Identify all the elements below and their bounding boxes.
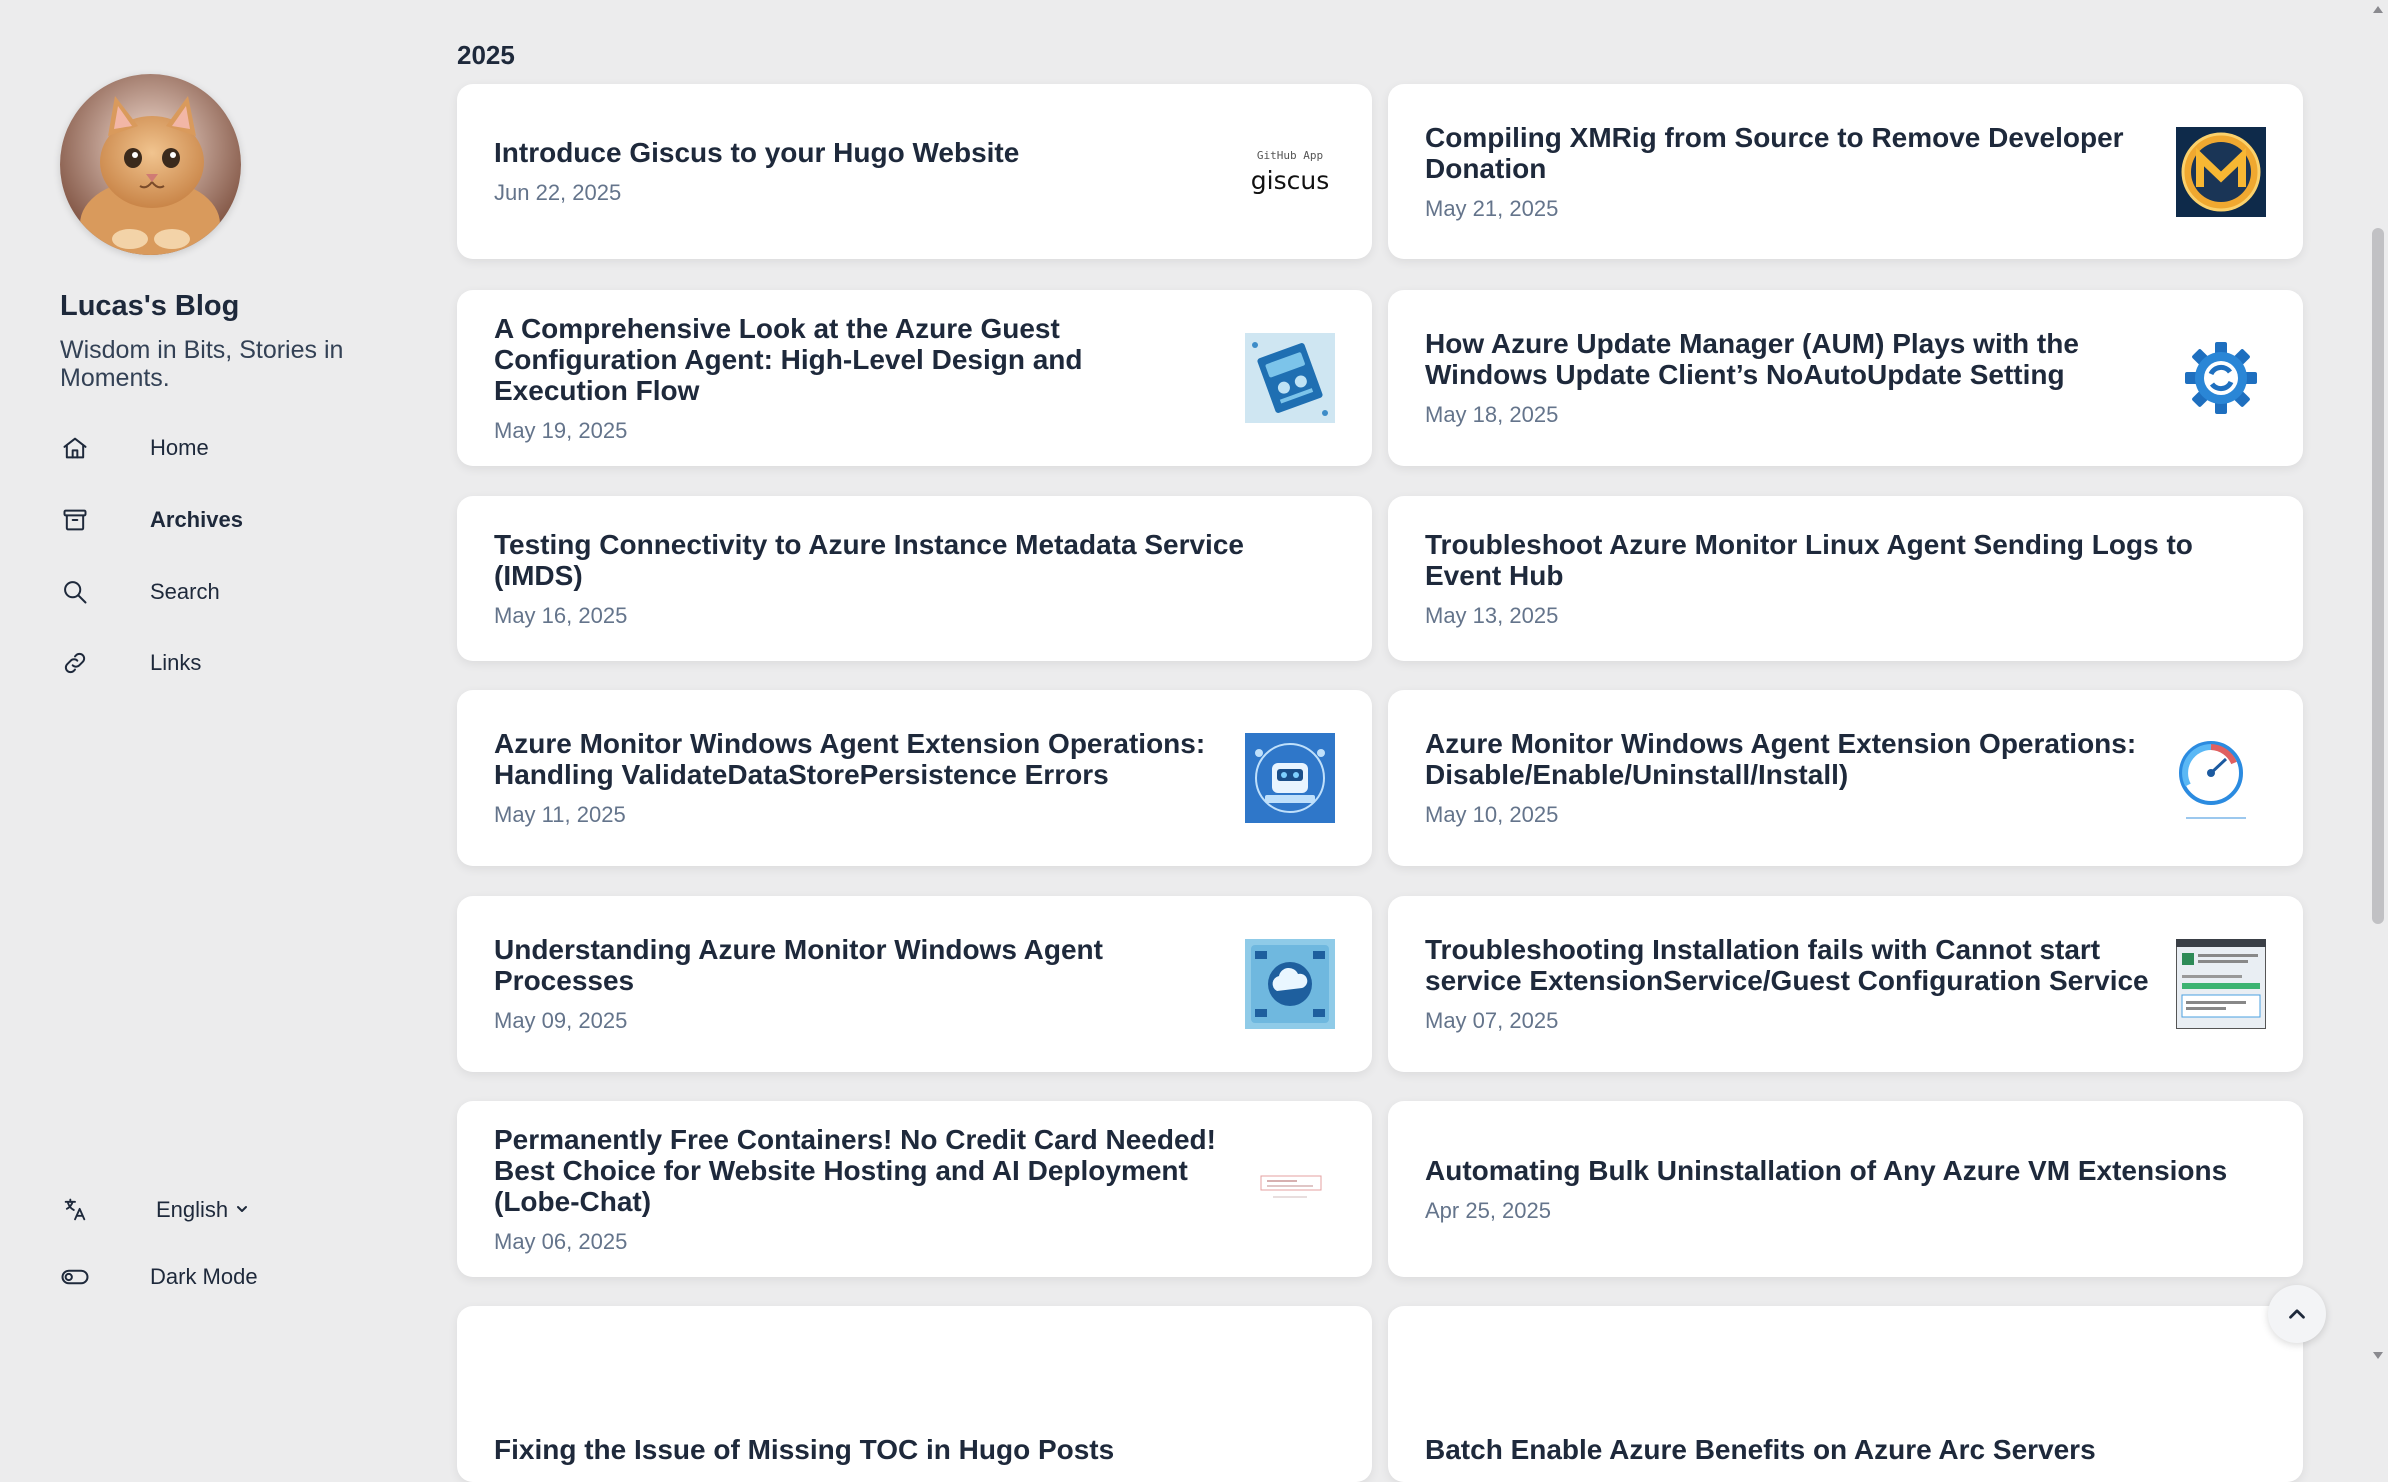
nav-item-archives[interactable]: Archives	[60, 498, 360, 542]
nav-label-home: Home	[150, 435, 209, 460]
post-date: May 09, 2025	[494, 1008, 628, 1033]
post-date: May 21, 2025	[1425, 195, 1559, 221]
post-title[interactable]: Permanently Free Containers! No Credit C…	[494, 1124, 1222, 1217]
dark-mode-label: Dark Mode	[150, 1264, 258, 1289]
dark-mode-toggle[interactable]: Dark Mode	[60, 1255, 258, 1299]
post-card[interactable]: Troubleshooting Installation fails with …	[1388, 896, 2303, 1072]
post-card[interactable]: Azure Monitor Windows Agent Extension Op…	[1388, 690, 2303, 866]
site-title[interactable]: Lucas's Blog	[60, 290, 239, 323]
post-title[interactable]: Troubleshoot Azure Monitor Linux Agent S…	[1425, 529, 2266, 591]
post-card[interactable]: Understanding Azure Monitor Windows Agen…	[457, 896, 1372, 1072]
post-date: May 18, 2025	[1425, 402, 1559, 427]
book-illustration-thumbnail	[1245, 333, 1335, 423]
post-card[interactable]: Compiling XMRig from Source to Remove De…	[1388, 84, 2303, 259]
nav-label-search: Search	[150, 579, 220, 604]
post-title[interactable]: Understanding Azure Monitor Windows Agen…	[494, 934, 1222, 996]
post-card[interactable]: Automating Bulk Uninstallation of Any Az…	[1388, 1101, 2303, 1277]
nav-label-links: Links	[150, 650, 202, 675]
nav-item-links[interactable]: Links	[60, 641, 360, 685]
post-date: May 19, 2025	[494, 417, 628, 443]
installer-screenshot-thumbnail	[2175, 938, 2267, 1030]
post-title[interactable]: Automating Bulk Uninstallation of Any Az…	[1425, 1155, 2266, 1186]
avatar[interactable]	[60, 74, 241, 255]
scroll-up-arrow-icon[interactable]	[2373, 6, 2383, 13]
post-date: May 16, 2025	[494, 602, 628, 628]
post-card[interactable]: Troubleshoot Azure Monitor Linux Agent S…	[1388, 496, 2303, 661]
post-card[interactable]: How Azure Update Manager (AUM) Plays wit…	[1388, 290, 2303, 466]
toggle-icon	[60, 1262, 90, 1292]
post-title[interactable]: Testing Connectivity to Azure Instance M…	[494, 529, 1335, 591]
post-title[interactable]: Introduce Giscus to your Hugo Website	[494, 137, 1222, 168]
post-card[interactable]: A Comprehensive Look at the Azure Guest …	[457, 290, 1372, 466]
thumb-caption: GitHub App	[1256, 148, 1324, 162]
post-title[interactable]: Batch Enable Azure Benefits on Azure Arc…	[1425, 1434, 2266, 1465]
website-screenshot-thumbnail	[1245, 1144, 1335, 1234]
search-icon	[60, 577, 90, 607]
nav-label-archives: Archives	[150, 507, 243, 532]
post-card[interactable]: Batch Enable Azure Benefits on Azure Arc…	[1388, 1306, 2303, 1482]
nav-item-home[interactable]: Home	[60, 426, 360, 470]
thumb-wordmark: giscus	[1250, 165, 1330, 195]
post-title[interactable]: Azure Monitor Windows Agent Extension Op…	[1425, 728, 2153, 790]
scrollbar[interactable]	[2366, 0, 2388, 1367]
language-value: English	[156, 1197, 229, 1222]
language-selector[interactable]: English	[60, 1188, 248, 1232]
archive-year-heading: 2025	[457, 40, 515, 70]
cloud-illustration-thumbnail	[1245, 939, 1335, 1029]
post-date: May 06, 2025	[494, 1228, 628, 1254]
post-card[interactable]: Introduce Giscus to your Hugo Website Jun…	[457, 84, 1372, 259]
home-icon	[60, 433, 90, 463]
cat-avatar-image	[60, 74, 241, 255]
scrollbar-thumb[interactable]	[2372, 228, 2384, 924]
translate-icon	[60, 1195, 90, 1225]
post-title[interactable]: Fixing the Issue of Missing TOC in Hugo …	[494, 1434, 1335, 1465]
post-title[interactable]: Troubleshooting Installation fails with …	[1425, 934, 2153, 996]
post-date: May 07, 2025	[1425, 1008, 1559, 1033]
post-card[interactable]: Azure Monitor Windows Agent Extension Op…	[457, 690, 1372, 866]
sidebar: Lucas's Blog Wisdom in Bits, Stories in …	[0, 0, 430, 1367]
post-date: Apr 25, 2025	[1425, 1197, 1551, 1223]
chevron-down-icon	[234, 1197, 250, 1223]
post-card[interactable]: Permanently Free Containers! No Credit C…	[457, 1101, 1372, 1277]
chevron-up-icon	[2284, 1301, 2310, 1327]
scroll-down-arrow-icon[interactable]	[2373, 1352, 2383, 1359]
post-title[interactable]: Azure Monitor Windows Agent Extension Op…	[494, 728, 1222, 790]
scroll-to-top-button[interactable]	[2268, 1285, 2326, 1343]
archive-icon	[60, 505, 90, 535]
site-description: Wisdom in Bits, Stories in Moments.	[60, 336, 344, 392]
post-card[interactable]: Fixing the Issue of Missing TOC in Hugo …	[457, 1306, 1372, 1482]
giscus-thumbnail: GitHub App giscus	[1245, 127, 1335, 217]
robot-illustration-thumbnail	[1245, 733, 1335, 823]
monero-logo-thumbnail	[2176, 126, 2266, 217]
post-title[interactable]: How Azure Update Manager (AUM) Plays wit…	[1425, 328, 2153, 390]
post-date: May 13, 2025	[1425, 602, 1559, 628]
post-date: Jun 22, 2025	[494, 180, 622, 205]
post-date: May 11, 2025	[494, 802, 626, 827]
post-date: May 10, 2025	[1425, 802, 1559, 827]
gauge-thumbnail	[2176, 733, 2266, 823]
link-icon	[60, 648, 90, 678]
post-title[interactable]: A Comprehensive Look at the Azure Guest …	[494, 313, 1222, 406]
update-gear-icon	[2176, 333, 2266, 423]
post-card[interactable]: Testing Connectivity to Azure Instance M…	[457, 496, 1372, 661]
post-title[interactable]: Compiling XMRig from Source to Remove De…	[1425, 122, 2153, 184]
nav-item-search[interactable]: Search	[60, 570, 360, 614]
language-label: English	[156, 1197, 250, 1223]
